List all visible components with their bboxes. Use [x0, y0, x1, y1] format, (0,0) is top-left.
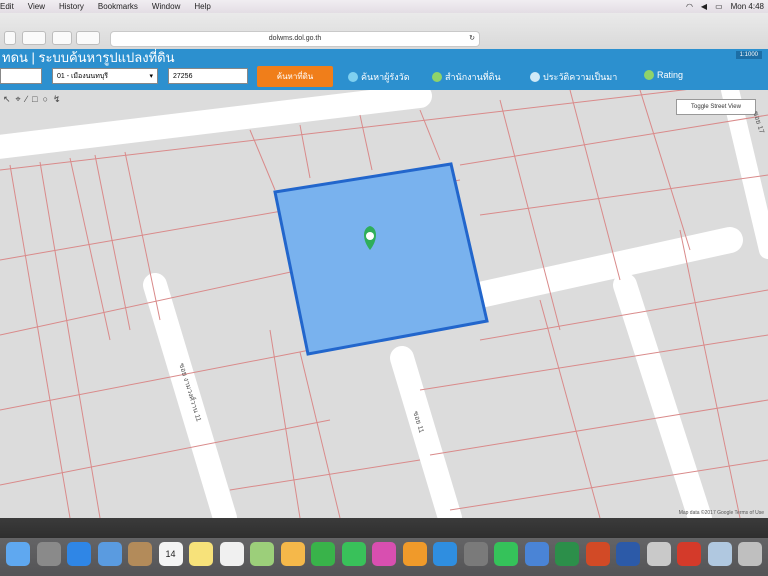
line-tool-icon[interactable]: ∕ [26, 94, 28, 105]
menu-help[interactable]: Help [194, 2, 210, 11]
map-canvas[interactable] [0, 90, 768, 518]
nav-rating[interactable]: Rating [644, 70, 683, 80]
ibooks-icon[interactable] [402, 542, 427, 566]
messages-icon[interactable] [311, 542, 335, 566]
photos-icon[interactable] [280, 542, 305, 566]
mail-icon[interactable] [97, 542, 122, 566]
calendar-icon[interactable]: 14 [158, 542, 183, 566]
finder-icon[interactable] [6, 542, 30, 566]
map-attribution: Map data ©2017 Google Terms of Use [678, 510, 764, 516]
share-button[interactable] [76, 31, 100, 45]
keynote-icon[interactable] [524, 542, 549, 566]
rating-icon [644, 70, 654, 80]
battery-icon[interactable]: ▭ [715, 2, 723, 11]
nav-history[interactable]: ประวัติความเป็นมา [530, 70, 617, 84]
volume-icon[interactable]: ◀ [701, 2, 707, 11]
nav-rating-label: Rating [657, 70, 684, 80]
nav-land-office[interactable]: สำนักงานที่ดิน [432, 70, 501, 84]
home-button[interactable] [52, 31, 72, 45]
wifi-icon[interactable]: ◠ [686, 2, 693, 11]
menu-bookmarks[interactable]: Bookmarks [98, 2, 138, 11]
nav-land-office-label: สำนักงานที่ดิน [445, 72, 501, 82]
powerpoint-icon[interactable] [585, 542, 610, 566]
map-view[interactable]: ↖ ⌖ ∕ □ ○ ↯ Toggle Street View ซอย งามวง… [0, 90, 768, 518]
measure-tool-icon[interactable]: ↯ [53, 94, 61, 105]
nav-surveyor-label: ค้นหาผู้รังวัด [361, 72, 410, 82]
toggle-street-view-button[interactable]: Toggle Street View [676, 99, 756, 115]
preview-icon[interactable] [646, 542, 671, 566]
parcel-number-input[interactable]: 27256 [168, 68, 248, 84]
district-select-value: 01 - เมืองนนทบุรี [57, 73, 109, 80]
menu-edit[interactable]: Edit [0, 2, 14, 11]
acrobat-icon[interactable] [677, 542, 701, 566]
calendar-date: 14 [165, 549, 176, 559]
reload-icon[interactable]: ↻ [469, 32, 475, 46]
selected-parcel[interactable] [273, 162, 489, 356]
site-title: ทดน | ระบบค้นหารูปแปลงที่ดิน [2, 50, 175, 65]
search-button[interactable]: ค้นหาที่ดิน [257, 66, 333, 87]
scale-indicator: 1:1000 [735, 51, 762, 59]
word-icon[interactable] [616, 542, 640, 566]
system-preferences-icon[interactable] [463, 542, 488, 566]
sidebar-button[interactable] [22, 31, 46, 45]
reminders-icon[interactable] [219, 542, 244, 566]
menu-history[interactable]: History [59, 2, 84, 11]
circle-tool-icon[interactable]: ○ [43, 94, 48, 105]
trash-icon[interactable] [738, 542, 762, 566]
itunes-icon[interactable] [372, 542, 396, 566]
surveyor-icon [348, 72, 358, 82]
downloads-icon[interactable] [707, 542, 732, 566]
district-select[interactable]: 01 - เมืองนนทบุรี ▾ [52, 68, 158, 84]
marker-tool-icon[interactable]: ⌖ [16, 94, 21, 105]
menu-view[interactable]: View [28, 2, 45, 11]
back-button[interactable] [4, 31, 16, 45]
dock: 14 [0, 518, 768, 576]
launchpad-icon[interactable] [36, 542, 61, 566]
province-select[interactable] [0, 68, 42, 84]
nav-history-label: ประวัติความเป็นมา [543, 72, 618, 82]
address-bar[interactable]: dolwms.dol.go.th ↻ [110, 31, 480, 47]
facetime-icon[interactable] [341, 542, 366, 566]
menu-bar: Edit View History Bookmarks Window Help … [0, 0, 768, 13]
safari-icon[interactable] [67, 542, 91, 566]
url-text: dolwms.dol.go.th [268, 35, 322, 42]
pointer-tool-icon[interactable]: ↖ [3, 94, 11, 105]
notes-icon[interactable] [189, 542, 213, 566]
drawing-tools: ↖ ⌖ ∕ □ ○ ↯ [3, 94, 61, 105]
clock[interactable]: Mon 4:48 [731, 2, 764, 11]
menu-window[interactable]: Window [152, 2, 180, 11]
history-icon [530, 72, 540, 82]
maps-icon[interactable] [250, 542, 274, 566]
app-store-icon[interactable] [433, 542, 457, 566]
excel-icon[interactable] [555, 542, 579, 566]
line-icon[interactable] [494, 542, 518, 566]
polygon-tool-icon[interactable]: □ [32, 94, 37, 105]
land-office-icon [432, 72, 442, 82]
chevron-down-icon: ▾ [149, 73, 153, 80]
nav-surveyor[interactable]: ค้นหาผู้รังวัด [348, 70, 410, 84]
contacts-icon[interactable] [128, 542, 152, 566]
